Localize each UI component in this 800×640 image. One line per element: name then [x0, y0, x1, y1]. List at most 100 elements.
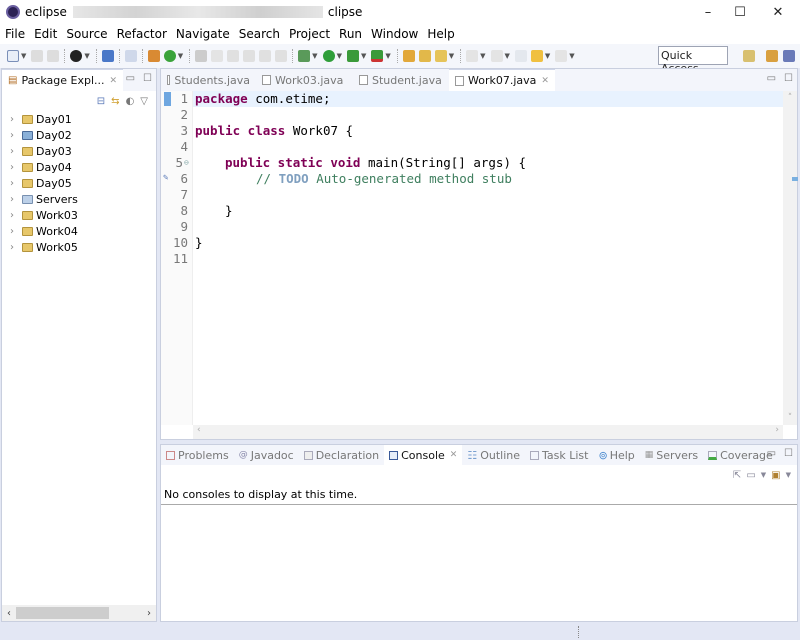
coverage-dropdown-icon[interactable]: ▼	[361, 52, 366, 60]
chevron-right-icon[interactable]: ›	[10, 162, 20, 173]
tree-item[interactable]: › Work04	[2, 223, 156, 239]
menu-help[interactable]: Help	[427, 27, 454, 41]
tab-package-explorer[interactable]: ▤ Package Expl... ✕	[2, 69, 124, 91]
tab-outline[interactable]: ☷ Outline	[462, 445, 525, 465]
collapse-all-icon[interactable]: ⊟	[97, 96, 105, 107]
maximize-view-icon[interactable]: ☐	[143, 73, 152, 84]
display-console-dropdown-icon[interactable]: ▼	[761, 471, 766, 479]
block-selection-icon[interactable]	[243, 50, 256, 62]
chevron-right-icon[interactable]: ›	[10, 114, 20, 125]
open-perspective-icon[interactable]	[101, 50, 114, 62]
display-console-icon[interactable]: ▭	[746, 470, 755, 481]
open-console-icon[interactable]: ▣	[771, 470, 780, 481]
annotation-icon[interactable]	[195, 50, 208, 62]
scroll-right-icon[interactable]: ›	[775, 425, 779, 435]
mark-icon[interactable]	[211, 50, 224, 62]
new-package-icon[interactable]	[147, 50, 160, 62]
tab-declaration[interactable]: Declaration	[299, 445, 384, 465]
maximize-button[interactable]: ☐	[724, 0, 756, 24]
search-icon[interactable]	[434, 50, 447, 62]
tree-item[interactable]: › Day01	[2, 111, 156, 127]
chevron-right-icon[interactable]: ›	[10, 242, 20, 253]
back-dropdown-icon[interactable]: ▼	[545, 52, 550, 60]
tree-item[interactable]: › Work05	[2, 239, 156, 255]
java-ee-perspective-icon[interactable]	[766, 50, 778, 62]
menu-source[interactable]: Source	[66, 27, 107, 41]
skip-breakpoints-icon[interactable]	[124, 50, 137, 62]
tree-item[interactable]: › Day03	[2, 143, 156, 159]
java-perspective-icon[interactable]	[783, 50, 795, 62]
debug-profile-icon[interactable]	[70, 50, 83, 62]
debug-icon[interactable]	[298, 50, 311, 62]
minimize-view-icon[interactable]: ▭	[767, 448, 776, 459]
fold-icon[interactable]: ⊖	[184, 155, 189, 171]
forward-dropdown-icon[interactable]: ▼	[569, 52, 574, 60]
scroll-down-icon[interactable]: ˅	[783, 413, 797, 423]
focus-icon[interactable]: ◐	[126, 96, 135, 107]
scrollbar-thumb[interactable]	[16, 607, 109, 619]
next-annotation-icon[interactable]	[466, 50, 479, 62]
menu-file[interactable]: File	[5, 27, 25, 41]
open-task-icon[interactable]	[418, 50, 431, 62]
show-whitespace-icon[interactable]	[275, 50, 288, 62]
last-edit-icon[interactable]	[514, 50, 527, 62]
tab-student-java[interactable]: Student.java	[353, 69, 449, 91]
scroll-left-icon[interactable]: ‹	[2, 608, 16, 619]
view-menu-icon[interactable]: ▽	[140, 96, 148, 107]
external-tools-icon[interactable]	[371, 50, 384, 62]
save-all-icon[interactable]	[47, 50, 60, 62]
chevron-right-icon[interactable]: ›	[10, 210, 20, 221]
tab-servers[interactable]: ▦ Servers	[640, 445, 703, 465]
pin-console-icon[interactable]: ⇱	[733, 470, 741, 481]
menu-refactor[interactable]: Refactor	[117, 27, 167, 41]
chevron-right-icon[interactable]: ›	[10, 194, 20, 205]
tree-item[interactable]: › Servers	[2, 191, 156, 207]
tree-item[interactable]: › Day02	[2, 127, 156, 143]
tab-console[interactable]: Console ✕	[384, 445, 463, 465]
tab-problems[interactable]: Problems	[161, 445, 234, 465]
chevron-right-icon[interactable]: ›	[10, 130, 20, 141]
menu-edit[interactable]: Edit	[34, 27, 57, 41]
scroll-up-icon[interactable]: ˄	[783, 93, 797, 103]
open-type-icon[interactable]	[402, 50, 415, 62]
maximize-view-icon[interactable]: ☐	[784, 448, 793, 459]
horizontal-scrollbar[interactable]: ‹ ›	[2, 605, 156, 621]
forward-icon[interactable]	[555, 50, 568, 62]
minimize-button[interactable]: –	[692, 0, 724, 24]
scroll-right-icon[interactable]: ›	[142, 608, 156, 619]
menu-window[interactable]: Window	[371, 27, 418, 41]
vertical-scrollbar[interactable]: ˄ ˅	[783, 91, 797, 425]
word-wrap-icon[interactable]	[259, 50, 272, 62]
next-annotation-dropdown-icon[interactable]: ▼	[480, 52, 485, 60]
chevron-right-icon[interactable]: ›	[10, 178, 20, 189]
tree-item[interactable]: › Day04	[2, 159, 156, 175]
coverage-icon[interactable]	[346, 50, 359, 62]
close-icon[interactable]: ✕	[110, 76, 118, 86]
menu-project[interactable]: Project	[289, 27, 330, 41]
menu-search[interactable]: Search	[239, 27, 280, 41]
tab-students-java[interactable]: Students.java	[161, 69, 256, 91]
minimize-view-icon[interactable]: ▭	[126, 73, 135, 84]
tab-work07-java[interactable]: Work07.java ✕	[449, 69, 555, 91]
new-class-dropdown-icon[interactable]: ▼	[178, 52, 183, 60]
external-tools-dropdown-icon[interactable]: ▼	[385, 52, 390, 60]
tab-task-list[interactable]: Task List	[525, 445, 593, 465]
menu-navigate[interactable]: Navigate	[176, 27, 230, 41]
tab-work03-java[interactable]: Work03.java	[256, 69, 353, 91]
search-dropdown-icon[interactable]: ▼	[449, 52, 454, 60]
close-button[interactable]: ✕	[762, 0, 794, 24]
tab-help[interactable]: ⊚ Help	[593, 445, 639, 465]
profile-dropdown-icon[interactable]: ▼	[84, 52, 89, 60]
prev-annotation-dropdown-icon[interactable]: ▼	[505, 52, 510, 60]
new-class-icon[interactable]	[163, 50, 176, 62]
new-dropdown-icon[interactable]: ▼	[21, 52, 26, 60]
quick-access-input[interactable]: Quick Access	[658, 46, 728, 75]
close-icon[interactable]: ✕	[541, 76, 549, 86]
overview-ruler-marker[interactable]	[792, 177, 798, 181]
editor-horizontal-scrollbar[interactable]: ‹ ›	[193, 425, 783, 439]
toggle-icon[interactable]	[227, 50, 240, 62]
new-icon[interactable]	[7, 50, 19, 62]
run-icon[interactable]	[322, 50, 335, 62]
prev-annotation-icon[interactable]	[490, 50, 503, 62]
open-console-dropdown-icon[interactable]: ▼	[786, 471, 791, 479]
